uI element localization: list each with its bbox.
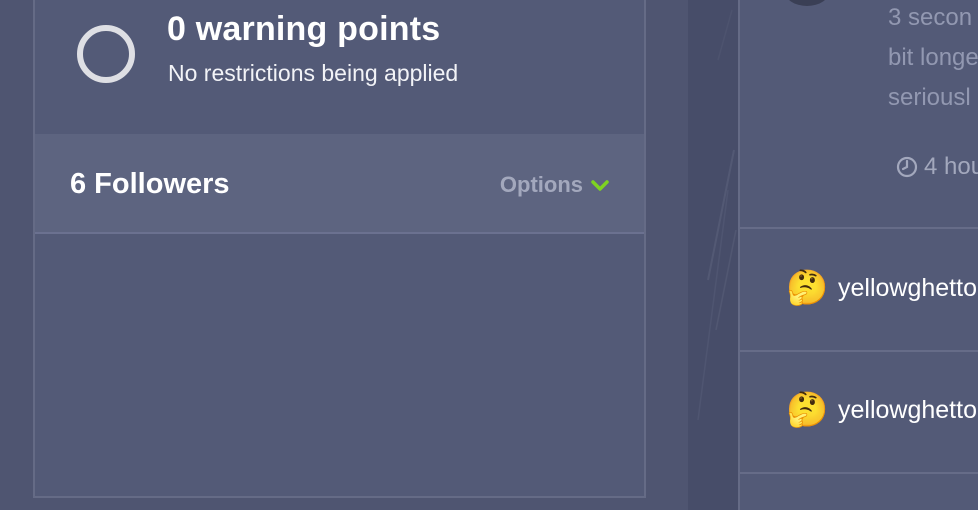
- timestamp-label: 4 hou: [924, 153, 978, 180]
- row-divider: [740, 472, 978, 474]
- message-text-line: seriousl: [888, 84, 971, 111]
- message-text-line: 3 secon: [888, 4, 973, 31]
- thinking-face-icon: 🤔: [786, 269, 829, 307]
- background-texture: [697, 9, 737, 421]
- followers-count-title: 6 Followers: [70, 168, 230, 200]
- list-item[interactable]: 🤔 yellowghetto: [740, 229, 978, 349]
- profile-card: 0 warning points No restrictions being a…: [33, 0, 646, 498]
- chevron-down-icon: [591, 180, 609, 191]
- username[interactable]: yellowghetto: [838, 274, 977, 303]
- clock-icon: [896, 156, 918, 178]
- followers-header: 6 Followers Options: [35, 134, 644, 234]
- followers-options-button[interactable]: Options: [500, 172, 610, 198]
- message-timestamp: 4 hou: [896, 153, 978, 181]
- background-strip: [688, 0, 738, 510]
- options-label: Options: [499, 172, 583, 197]
- warning-points-title: 0 warning points: [167, 10, 441, 48]
- message-text-line: bit longe: [888, 44, 978, 71]
- warning-points-section: 0 warning points No restrictions being a…: [35, 0, 644, 136]
- thinking-face-icon: 🤔: [786, 391, 829, 429]
- list-item[interactable]: 🤔 yellowghetto: [740, 352, 978, 472]
- warning-ring-icon: [77, 25, 135, 83]
- avatar: [784, 0, 830, 6]
- username[interactable]: yellowghetto: [838, 396, 977, 425]
- warning-points-subtitle: No restrictions being applied: [168, 60, 459, 86]
- followers-list: [35, 234, 644, 496]
- activity-panel: 3 secon bit longe seriousl 4 hou 🤔 yello…: [738, 0, 978, 510]
